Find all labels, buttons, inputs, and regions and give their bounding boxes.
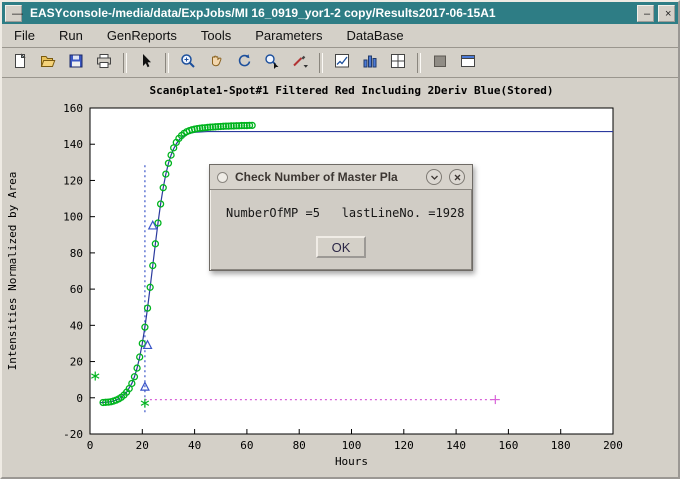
svg-text:40: 40	[188, 439, 201, 452]
plot-canvas[interactable]: 0 20 40 60 80 100 120 140 160 180 200 -20 0 20 40 60 80 1…	[2, 78, 678, 477]
menu-item-run[interactable]: Run	[59, 28, 83, 43]
svg-text:0: 0	[87, 439, 94, 452]
zoom-in-icon	[179, 52, 197, 73]
toolbar-separator	[417, 53, 421, 73]
dialog-title: Check Number of Master Pla	[235, 170, 419, 184]
dialog-check-number-of-master-plates: Check Number of Master Pla NumberOfMP =5…	[209, 164, 473, 271]
menu-item-parameters[interactable]: Parameters	[255, 28, 322, 43]
dialog-close-button[interactable]	[449, 169, 465, 185]
svg-text:Hours: Hours	[335, 455, 368, 468]
dialog-dot-icon	[217, 172, 228, 183]
rotate-icon	[235, 52, 253, 73]
toolbar-select-cursor-button[interactable]	[133, 51, 159, 75]
svg-text:Scan6plate1-Spot#1 Filtered Re: Scan6plate1-Spot#1 Filtered Red Includin…	[150, 84, 554, 97]
toolbar-new-document-button[interactable]	[7, 51, 33, 75]
plot-window-icon	[333, 52, 351, 73]
svg-text:Intensities Normalized by Area: Intensities Normalized by Area	[6, 172, 19, 371]
select-cursor-icon	[137, 52, 155, 73]
toolbar-pan-hand-button[interactable]	[203, 51, 229, 75]
svg-text:0: 0	[76, 392, 83, 405]
svg-text:180: 180	[551, 439, 571, 452]
grid-view-icon	[389, 52, 407, 73]
draw-tool-icon	[291, 52, 309, 73]
toolbar-separator	[123, 53, 127, 73]
toolbar-zoom-in-button[interactable]	[175, 51, 201, 75]
bar-columns-icon	[361, 52, 379, 73]
svg-text:80: 80	[70, 247, 83, 260]
toolbar-save-button[interactable]	[63, 51, 89, 75]
menu-item-file[interactable]: File	[14, 28, 35, 43]
svg-text:120: 120	[63, 174, 83, 187]
toolbar-separator	[319, 53, 323, 73]
figure-area: 0 20 40 60 80 100 120 140 160 180 200 -20 0 20 40 60 80 1…	[2, 78, 678, 477]
svg-text:40: 40	[70, 319, 83, 332]
window-menu-button[interactable]: —	[5, 5, 22, 22]
toolbar-draw-tool-button[interactable]	[287, 51, 313, 75]
dialog-titlebar[interactable]: Check Number of Master Pla	[210, 165, 472, 190]
dialog-collapse-button[interactable]	[426, 169, 442, 185]
svg-text:100: 100	[63, 211, 83, 224]
svg-text:20: 20	[136, 439, 149, 452]
svg-text:80: 80	[293, 439, 306, 452]
svg-text:140: 140	[63, 138, 83, 151]
window-layout-icon	[459, 52, 477, 73]
menu-item-genreports[interactable]: GenReports	[107, 28, 177, 43]
save-icon	[67, 52, 85, 73]
svg-text:60: 60	[70, 283, 83, 296]
chevron-down-icon	[430, 170, 439, 185]
toolbar-bar-columns-button[interactable]	[357, 51, 383, 75]
svg-text:120: 120	[394, 439, 414, 452]
gray-square-icon	[431, 52, 449, 73]
zoom-select-icon	[263, 52, 281, 73]
svg-text:160: 160	[498, 439, 518, 452]
svg-text:200: 200	[603, 439, 623, 452]
menu-item-database[interactable]: DataBase	[346, 28, 403, 43]
toolbar-rotate-button[interactable]	[231, 51, 257, 75]
menu-bar: File Run GenReports Tools Parameters DataBase	[2, 24, 678, 48]
dialog-body: NumberOfMP =5 lastLineNo. =1928	[210, 190, 472, 224]
window-titlebar[interactable]: — EASYconsole-/media/data/ExpJobs/MI 16_…	[2, 2, 678, 24]
svg-text:100: 100	[342, 439, 362, 452]
app-window: — EASYconsole-/media/data/ExpJobs/MI 16_…	[0, 0, 680, 479]
pan-hand-icon	[207, 52, 225, 73]
minimize-button[interactable]: –	[637, 5, 654, 22]
close-button[interactable]: ×	[658, 5, 675, 22]
toolbar-plot-window-button[interactable]	[329, 51, 355, 75]
menu-item-tools[interactable]: Tools	[201, 28, 231, 43]
ok-button[interactable]: OK	[316, 236, 366, 258]
svg-text:160: 160	[63, 102, 83, 115]
toolbar-zoom-select-button[interactable]	[259, 51, 285, 75]
toolbar-gray-square-button[interactable]	[427, 51, 453, 75]
toolbar-open-file-button[interactable]	[35, 51, 61, 75]
print-icon	[95, 52, 113, 73]
toolbar-separator	[165, 53, 169, 73]
dialog-buttons: OK	[210, 224, 472, 270]
window-title: EASYconsole-/media/data/ExpJobs/MI 16_09…	[26, 6, 633, 20]
svg-text:60: 60	[240, 439, 253, 452]
svg-text:-20: -20	[63, 428, 83, 441]
toolbar-window-layout-button[interactable]	[455, 51, 481, 75]
dialog-message: NumberOfMP =5 lastLineNo. =1928	[226, 206, 456, 220]
toolbar-print-button[interactable]	[91, 51, 117, 75]
new-document-icon	[11, 52, 29, 73]
close-icon	[453, 170, 462, 185]
toolbar	[2, 48, 678, 78]
toolbar-grid-view-button[interactable]	[385, 51, 411, 75]
svg-text:140: 140	[446, 439, 466, 452]
svg-text:20: 20	[70, 356, 83, 369]
open-file-icon	[39, 52, 57, 73]
